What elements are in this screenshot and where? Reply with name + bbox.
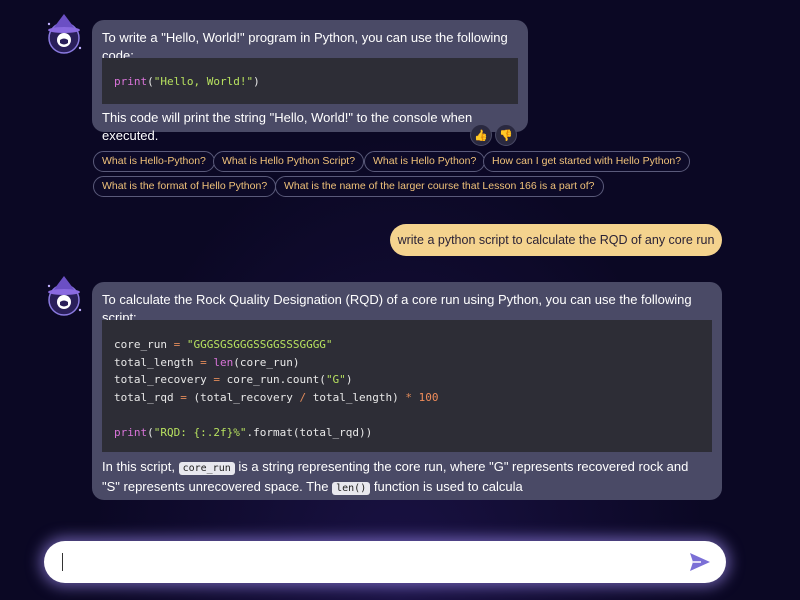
thumbs-up-icon[interactable]: 👍 [470, 124, 492, 146]
message-text: This code will print the string "Hello, … [102, 110, 473, 143]
message-text: In this script, core_run is a string rep… [102, 459, 689, 495]
bot-avatar-icon [47, 276, 82, 316]
code-line: core_run = "GGGSGSGGGSSGGSSSGGGG" [114, 338, 333, 351]
user-message-bubble: write a python script to calculate the R… [390, 224, 722, 256]
text-caret [62, 553, 63, 571]
code-block: core_run = "GGGSGSGGGSSGGSSSGGGG" total_… [102, 320, 712, 452]
suggestion-chip[interactable]: What is Hello-Python? [93, 151, 215, 172]
inline-code: core_run [178, 462, 235, 475]
bot-avatar-icon [47, 14, 82, 54]
suggestion-chip[interactable]: How can I get started with Hello Python? [483, 151, 691, 172]
thumbs-down-icon[interactable]: 👎 [495, 124, 517, 146]
code-line: total_length = len(core_run) [114, 355, 300, 369]
suggestion-chip[interactable]: What is Hello Python? [364, 151, 486, 172]
code-block: print("Hello, World!") [102, 58, 518, 104]
chat-page: To write a "Hello, World!" program in Py… [0, 0, 800, 600]
suggestion-chip[interactable]: What is the name of the larger course th… [275, 176, 604, 197]
code-line: print("RQD: {:.2f}%".format(total_rqd)) [114, 425, 373, 439]
code-line: total_recovery = core_run.count("G") [114, 373, 353, 386]
bot-message-bubble: To write a "Hello, World!" program in Py… [92, 20, 528, 143]
code-line: total_rqd = (total_recovery / total_leng… [114, 390, 439, 404]
suggestion-chip[interactable]: What is Hello Python Script? [213, 151, 365, 172]
suggestion-chip[interactable]: What is the format of Hello Python? [93, 176, 277, 197]
bot-message-bubble: To calculate the Rock Quality Designatio… [92, 282, 722, 500]
chat-input-bar[interactable] [44, 541, 726, 583]
send-icon[interactable] [688, 550, 712, 574]
inline-code: len() [332, 482, 371, 495]
